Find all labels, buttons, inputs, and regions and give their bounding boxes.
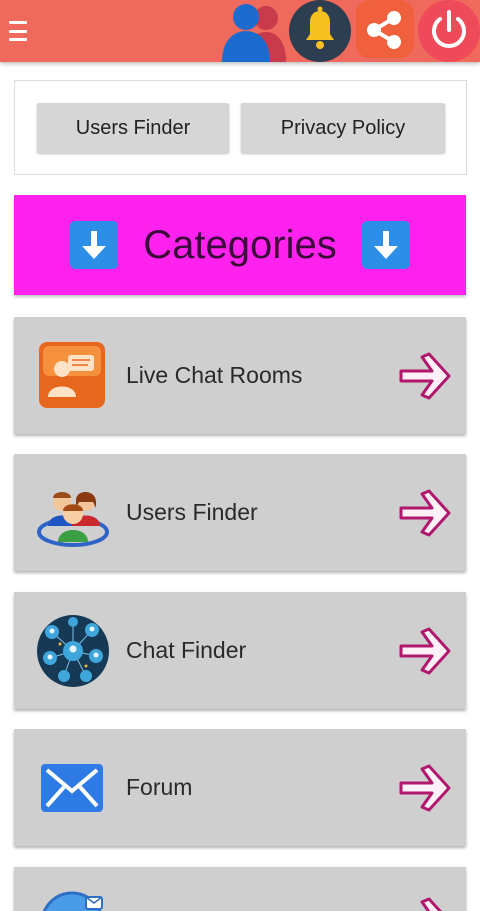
users-group-icon — [36, 476, 110, 550]
share-icon[interactable] — [354, 0, 416, 62]
bell-icon[interactable] — [288, 0, 352, 62]
arrow-right-icon — [398, 625, 452, 677]
power-icon[interactable] — [418, 0, 480, 62]
list-item[interactable] — [14, 867, 466, 911]
down-arrow-icon — [70, 221, 119, 269]
arrow-right-icon — [398, 762, 452, 814]
list-item-users-finder[interactable]: Users Finder — [14, 454, 466, 571]
list-item-live-chat-rooms[interactable]: Live Chat Rooms — [14, 317, 466, 434]
menu-icon[interactable] — [9, 20, 27, 42]
envelope-icon — [40, 763, 104, 813]
categories-title: Categories — [143, 222, 337, 267]
top-buttons-card: Users Finder Privacy Policy — [14, 80, 467, 175]
users-icon[interactable] — [220, 0, 290, 62]
app-bar — [0, 0, 480, 62]
list-item-chat-finder[interactable]: Chat Finder — [14, 592, 466, 709]
arrow-right-icon — [398, 350, 452, 402]
list-item-label: Live Chat Rooms — [126, 362, 303, 388]
users-finder-button[interactable]: Users Finder — [37, 103, 229, 153]
privacy-policy-button[interactable]: Privacy Policy — [241, 103, 445, 153]
list-item-label: Chat Finder — [126, 637, 247, 663]
arrow-right-icon — [398, 895, 452, 911]
chat-rooms-icon — [38, 341, 108, 409]
categories-banner: Categories — [14, 195, 466, 295]
list-item-label: Users Finder — [126, 499, 258, 525]
list-item-label: Forum — [126, 774, 193, 800]
down-arrow-icon — [361, 221, 410, 269]
list-item-forum[interactable]: Forum — [14, 729, 466, 846]
arrow-right-icon — [398, 487, 452, 539]
globe-mail-icon — [36, 887, 110, 911]
chat-network-icon — [36, 614, 110, 688]
